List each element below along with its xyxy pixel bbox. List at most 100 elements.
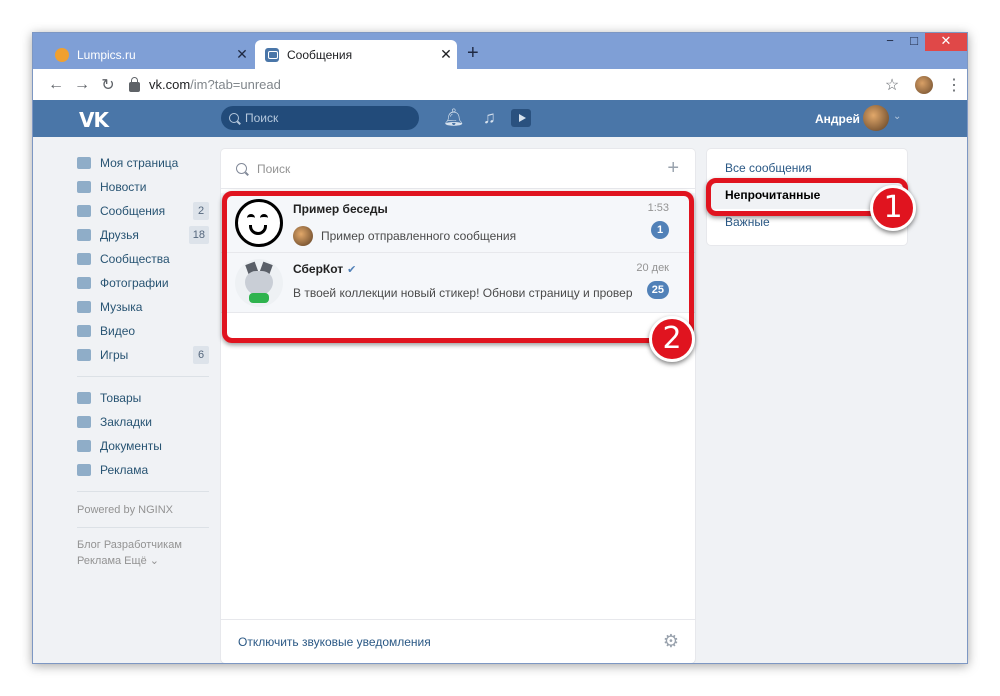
notifications-bell-icon[interactable]: 🔔︎ — [443, 108, 465, 128]
tab-lumpics[interactable]: Lumpics.ru ✕ — [45, 40, 253, 69]
video-icon — [77, 325, 91, 337]
mute-notifications-link[interactable]: Отключить звуковые уведомления — [238, 635, 663, 649]
count-badge: 2 — [193, 202, 209, 220]
search-icon — [229, 113, 239, 123]
sender-avatar — [293, 226, 313, 246]
games-icon — [77, 349, 91, 361]
communities-icon — [77, 253, 91, 265]
user-avatar[interactable] — [863, 105, 889, 131]
header-search-placeholder: Поиск — [245, 111, 279, 125]
menu-item-label: Музыка — [100, 300, 143, 314]
menu-item-label: Товары — [100, 391, 142, 405]
tab-title: Сообщения — [287, 47, 353, 62]
bookmarks-icon — [77, 416, 91, 428]
tab-close-icon[interactable]: ✕ — [231, 46, 253, 63]
chevron-down-icon[interactable]: ⌄ — [893, 111, 901, 122]
menu-item-label: Игры — [100, 348, 129, 362]
menu-item-label: Закладки — [100, 415, 152, 429]
menu-divider — [77, 376, 209, 377]
dialog-snippet-text: Пример отправленного сообщения — [321, 229, 517, 243]
url-bar[interactable]: vk.com/im?tab=unread — [129, 73, 877, 97]
menu-item-label: Фотографии — [100, 276, 169, 290]
menu-item-music[interactable]: Музыка — [77, 295, 209, 319]
tab-close-icon[interactable]: ✕ — [435, 46, 457, 63]
vk-header: VK Поиск 🔔︎ ♫ Андрей ⌄ — [33, 100, 967, 137]
browser-menu-icon[interactable]: ⋮ — [941, 75, 967, 95]
maximize-button[interactable]: □ — [903, 33, 925, 51]
filter-all-messages[interactable]: Все сообщения — [707, 155, 907, 182]
menu-item-market[interactable]: Товары — [77, 386, 209, 410]
unread-count-badge: 1 — [651, 221, 669, 239]
menu-item-messages[interactable]: Сообщения 2 — [77, 199, 209, 223]
chat-avatar — [235, 199, 283, 247]
user-name[interactable]: Андрей — [815, 112, 860, 126]
documents-icon — [77, 440, 91, 452]
menu-item-ads[interactable]: Реклама — [77, 458, 209, 482]
menu-item-photos[interactable]: Фотографии — [77, 271, 209, 295]
menu-item-label: Друзья — [100, 228, 139, 242]
dialogs-search-bar[interactable]: Поиск + — [221, 149, 695, 189]
new-chat-plus-icon[interactable]: + — [667, 157, 679, 180]
music-note-icon[interactable]: ♫ — [483, 108, 496, 128]
header-search-input[interactable]: Поиск — [221, 106, 419, 130]
menu-item-bookmarks[interactable]: Закладки — [77, 410, 209, 434]
friends-icon — [77, 229, 91, 241]
menu-item-label: Реклама — [100, 463, 149, 477]
browser-window: Lumpics.ru ✕ Сообщения ✕ + − □ ✕ ← → ↻ v… — [32, 32, 968, 664]
tab-title: Lumpics.ru — [77, 47, 136, 62]
reload-icon[interactable]: ↻ — [95, 75, 121, 95]
menu-item-news[interactable]: Новости — [77, 175, 209, 199]
menu-item-label: Новости — [100, 180, 147, 194]
market-icon — [77, 392, 91, 404]
gear-icon[interactable]: ⚙ — [663, 631, 679, 652]
count-badge: 6 — [193, 346, 209, 364]
menu-item-documents[interactable]: Документы — [77, 434, 209, 458]
left-menu: Моя страница Новости Сообщения 2 Друзья … — [77, 151, 209, 569]
menu-item-label: Видео — [100, 324, 136, 338]
menu-item-label: Моя страница — [100, 156, 179, 170]
footer-links-row-1[interactable]: Блог Разработчикам — [77, 537, 209, 553]
close-window-button[interactable]: ✕ — [925, 33, 967, 51]
dialog-item[interactable]: СберКот ✔ 20 дек В твоей коллекции новый … — [221, 253, 695, 313]
menu-item-friends[interactable]: Друзья 18 — [77, 223, 209, 247]
minimize-button[interactable]: − — [879, 33, 901, 51]
sberkot-avatar — [235, 259, 283, 307]
dialog-time: 20 дек — [636, 262, 669, 274]
lumpics-favicon-icon — [55, 47, 69, 62]
dialog-name: СберКот ✔ — [293, 262, 356, 276]
forward-arrow-icon[interactable]: → — [69, 76, 95, 94]
back-arrow-icon[interactable]: ← — [43, 76, 69, 94]
news-icon — [77, 181, 91, 193]
footer-links-row-2[interactable]: Реклама Ещё ⌄ — [77, 553, 209, 569]
unread-count-badge: 25 — [646, 281, 669, 299]
count-badge: 18 — [188, 226, 209, 244]
dialogs-search-input[interactable]: Поиск — [257, 162, 667, 176]
menu-item-communities[interactable]: Сообщества — [77, 247, 209, 271]
dialogs-footer: Отключить звуковые уведомления ⚙ — [221, 619, 695, 663]
url-host: vk.com — [149, 77, 191, 92]
vk-favicon-icon — [265, 47, 279, 62]
step-marker-2: 2 — [649, 316, 695, 362]
new-tab-button[interactable]: + — [467, 42, 479, 65]
powered-by-text: Powered by NGINX — [77, 504, 173, 516]
bookmark-star-icon[interactable]: ☆ — [877, 75, 907, 95]
dialog-snippet-text: В твоей коллекции новый стикер! Обнови с… — [293, 286, 633, 300]
dialog-item[interactable]: Пример беседы 1:53 Пример отправленного … — [221, 193, 695, 253]
photos-icon — [77, 277, 91, 289]
dialog-name: Пример беседы — [293, 202, 388, 216]
messages-icon — [77, 205, 91, 217]
lock-icon — [129, 76, 140, 92]
menu-item-games[interactable]: Игры 6 — [77, 343, 209, 367]
step-marker-1: 1 — [870, 185, 916, 231]
play-icon[interactable] — [511, 109, 531, 127]
url-path: /im?tab=unread — [190, 77, 281, 92]
tab-messages[interactable]: Сообщения ✕ — [255, 40, 457, 69]
menu-item-label: Документы — [100, 439, 162, 453]
dialog-snippet: В твоей коллекции новый стикер! Обнови с… — [293, 286, 633, 300]
music-icon — [77, 301, 91, 313]
browser-profile-avatar[interactable] — [915, 75, 933, 94]
menu-item-video[interactable]: Видео — [77, 319, 209, 343]
vk-logo[interactable]: VK — [79, 108, 109, 132]
menu-item-my-page[interactable]: Моя страница — [77, 151, 209, 175]
search-icon — [236, 163, 247, 174]
